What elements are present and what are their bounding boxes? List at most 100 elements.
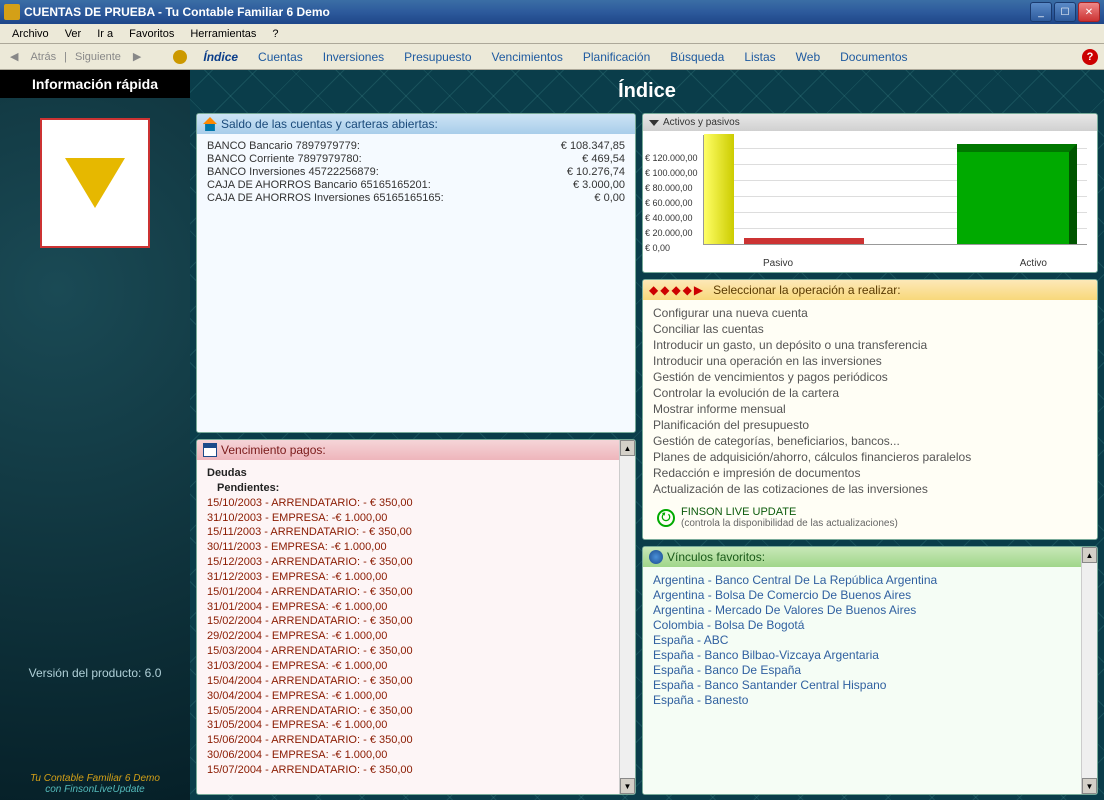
tab-listas[interactable]: Listas xyxy=(734,48,785,66)
content-area: Índice Saldo de las cuentas y carteras a… xyxy=(190,70,1104,800)
tab-web[interactable]: Web xyxy=(786,48,830,66)
debt-list: Deudas Pendientes: 15/10/2003 - ARRENDAT… xyxy=(207,466,609,778)
op-link[interactable]: Introducir una operación en las inversio… xyxy=(653,354,1087,368)
tab-cuentas[interactable]: Cuentas xyxy=(248,48,313,66)
debt-row: 15/03/2004 - ARRENDATARIO: - € 350,00 xyxy=(207,644,609,659)
accounts-panel: Saldo de las cuentas y carteras abiertas… xyxy=(196,113,636,433)
fav-link[interactable]: España - Banco Santander Central Hispano xyxy=(653,678,1071,692)
accounts-panel-title: Saldo de las cuentas y carteras abiertas… xyxy=(221,117,438,131)
tab-vencimientos[interactable]: Vencimientos xyxy=(482,48,573,66)
debt-row: 15/11/2003 - ARRENDATARIO: - € 350,00 xyxy=(207,525,609,540)
window-title: CUENTAS DE PRUEBA - Tu Contable Familiar… xyxy=(24,5,1030,19)
account-row: BANCO Bancario 7897979779:€ 108.347,85 xyxy=(207,140,625,152)
favs-panel-title: Vínculos favoritos: xyxy=(667,550,765,564)
menu-herramientas[interactable]: Herramientas xyxy=(182,26,264,42)
account-row: CAJA DE AHORROS Bancario 65165165201:€ 3… xyxy=(207,179,625,191)
ytick: € 20.000,00 xyxy=(645,228,693,238)
ops-panel: ◆◆◆◆▶ Seleccionar la operación a realiza… xyxy=(642,279,1098,540)
tab-inversiones[interactable]: Inversiones xyxy=(313,48,394,66)
tab-documentos[interactable]: Documentos xyxy=(830,48,917,66)
fav-link[interactable]: Colombia - Bolsa De Bogotá xyxy=(653,618,1071,632)
favs-scrollbar[interactable]: ▲ ▼ xyxy=(1081,547,1097,794)
collapse-icon[interactable] xyxy=(649,120,659,126)
scroll-up-icon[interactable]: ▲ xyxy=(620,440,635,456)
scroll-down-icon[interactable]: ▼ xyxy=(1082,778,1097,794)
tab-búsqueda[interactable]: Búsqueda xyxy=(660,48,734,66)
pending-heading: Pendientes: xyxy=(207,481,609,496)
op-link[interactable]: Planes de adquisición/ahorro, cálculos f… xyxy=(653,450,1087,464)
tab-presupuesto[interactable]: Presupuesto xyxy=(394,48,481,66)
op-link[interactable]: Conciliar las cuentas xyxy=(653,322,1087,336)
ops-panel-header: ◆◆◆◆▶ Seleccionar la operación a realiza… xyxy=(643,280,1097,300)
debt-row: 15/05/2004 - ARRENDATARIO: - € 350,00 xyxy=(207,704,609,719)
op-link[interactable]: Introducir un gasto, un depósito o una t… xyxy=(653,338,1087,352)
favs-panel-header: Vínculos favoritos: xyxy=(643,547,1081,567)
debt-row: 15/01/2004 - ARRENDATARIO: - € 350,00 xyxy=(207,585,609,600)
index-icon xyxy=(173,50,187,64)
help-icon[interactable]: ? xyxy=(1082,49,1098,65)
menu-?[interactable]: ? xyxy=(264,26,286,42)
op-link[interactable]: Gestión de vencimientos y pagos periódic… xyxy=(653,370,1087,384)
ytick: € 40.000,00 xyxy=(645,213,693,223)
fav-link[interactable]: España - Banco Bilbao-Vizcaya Argentaria xyxy=(653,648,1071,662)
close-button[interactable]: ✕ xyxy=(1078,2,1100,22)
fav-link[interactable]: España - Banesto xyxy=(653,693,1071,707)
fav-link[interactable]: España - Banco De España xyxy=(653,663,1071,677)
favs-panel: Vínculos favoritos: Argentina - Banco Ce… xyxy=(642,546,1098,795)
minimize-button[interactable]: _ xyxy=(1030,2,1052,22)
op-link[interactable]: Configurar una nueva cuenta xyxy=(653,306,1087,320)
funnel-icon xyxy=(65,158,125,208)
tab-índice[interactable]: Índice xyxy=(193,48,248,66)
chart-panel-header[interactable]: Activos y pasivos xyxy=(643,114,1097,131)
account-row: BANCO Corriente 7897979780:€ 469,54 xyxy=(207,153,625,165)
sidebar-image xyxy=(40,118,150,248)
tab-planificación[interactable]: Planificación xyxy=(573,48,660,66)
op-link[interactable]: Gestión de categorías, beneficiarios, ba… xyxy=(653,434,1087,448)
menu-archivo[interactable]: Archivo xyxy=(4,26,57,42)
payments-scrollbar[interactable]: ▲ ▼ xyxy=(619,440,635,794)
menu-ver[interactable]: Ver xyxy=(57,26,90,42)
menu-favoritos[interactable]: Favoritos xyxy=(121,26,182,42)
nav-back-icon[interactable]: ◀ xyxy=(6,50,22,63)
ytick: € 0,00 xyxy=(645,243,670,253)
op-link[interactable]: Controlar la evolución de la cartera xyxy=(653,386,1087,400)
ytick: € 60.000,00 xyxy=(645,198,693,208)
page-title: Índice xyxy=(190,70,1104,113)
op-link[interactable]: Mostrar informe mensual xyxy=(653,402,1087,416)
nav-forward-icon[interactable]: ▶ xyxy=(129,50,145,63)
home-icon xyxy=(203,117,217,131)
live-update[interactable]: ⭮ FINSON LIVE UPDATE (controla la dispon… xyxy=(653,502,1087,533)
fav-link[interactable]: Argentina - Banco Central De La Repúblic… xyxy=(653,573,1071,587)
scroll-up-icon[interactable]: ▲ xyxy=(1082,547,1097,563)
ops-panel-title: Seleccionar la operación a realizar: xyxy=(713,283,900,297)
fav-link[interactable]: Argentina - Mercado De Valores De Buenos… xyxy=(653,603,1071,617)
fav-link[interactable]: España - ABC xyxy=(653,633,1071,647)
accounts-panel-header: Saldo de las cuentas y carteras abiertas… xyxy=(197,114,635,134)
maximize-button[interactable]: ☐ xyxy=(1054,2,1076,22)
product-version: Versión del producto: 6.0 xyxy=(29,666,162,680)
debt-row: 31/12/2003 - EMPRESA: -€ 1.000,00 xyxy=(207,570,609,585)
op-link[interactable]: Planificación del presupuesto xyxy=(653,418,1087,432)
menu-ir a[interactable]: Ir a xyxy=(89,26,121,42)
nav-forward-label[interactable]: Siguiente xyxy=(71,51,125,63)
op-link[interactable]: Redacción e impresión de documentos xyxy=(653,466,1087,480)
debt-row: 15/06/2004 - ARRENDATARIO: - € 350,00 xyxy=(207,733,609,748)
ytick: € 100.000,00 xyxy=(645,168,698,178)
dots-icon: ◆◆◆◆▶ xyxy=(649,283,705,297)
chart-panel-title: Activos y pasivos xyxy=(663,117,740,128)
nav-back-label[interactable]: Atrás xyxy=(26,51,60,63)
chart-plot xyxy=(703,135,1087,245)
op-link[interactable]: Actualización de las cotizaciones de las… xyxy=(653,482,1087,496)
window-buttons: _ ☐ ✕ xyxy=(1030,2,1100,22)
debt-row: 29/02/2004 - EMPRESA: -€ 1.000,00 xyxy=(207,629,609,644)
footer-line1: Tu Contable Familiar 6 Demo xyxy=(10,773,180,784)
debt-row: 15/07/2004 - ARRENDATARIO: - € 350,00 xyxy=(207,763,609,778)
chart-panel: Activos y pasivos € 0,00 € 20.000,00 € 40.… xyxy=(642,113,1098,273)
payments-panel: Vencimiento pagos: Deudas Pendientes: 15… xyxy=(196,439,636,795)
xlabel: Activo xyxy=(1020,258,1047,269)
fav-link[interactable]: Argentina - Bolsa De Comercio De Buenos … xyxy=(653,588,1071,602)
debt-row: 30/06/2004 - EMPRESA: -€ 1.000,00 xyxy=(207,748,609,763)
scroll-down-icon[interactable]: ▼ xyxy=(620,778,635,794)
chart-y-cap xyxy=(704,134,734,244)
live-update-sub: (controla la disponibilidad de las actua… xyxy=(681,518,898,529)
